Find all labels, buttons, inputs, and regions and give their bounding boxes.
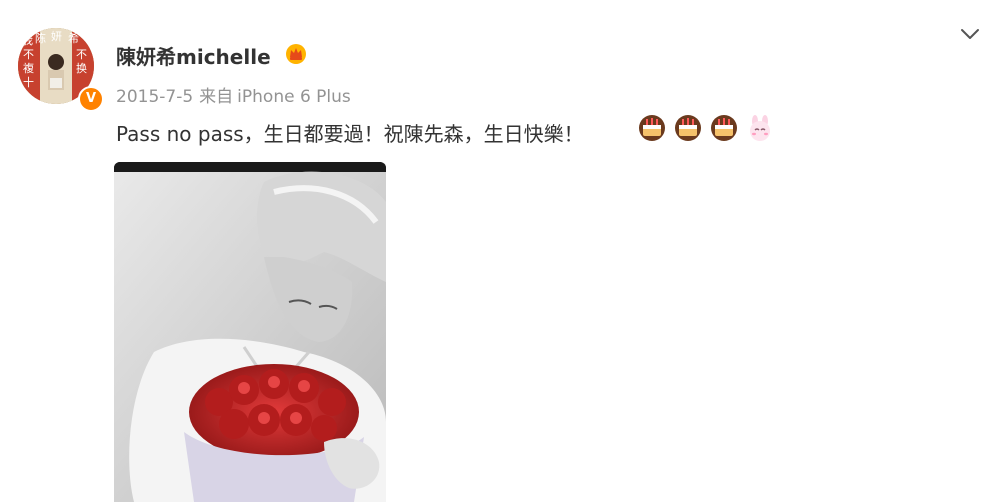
post-source: iPhone 6 Plus xyxy=(237,87,351,107)
svg-text:不: 不 xyxy=(23,48,34,61)
svg-text:陈: 陈 xyxy=(35,31,46,45)
cake-emoji xyxy=(639,115,665,141)
post-text: Pass no pass，生日都要過！祝陳先森，生日快樂！ xyxy=(116,122,584,146)
bunny-emoji xyxy=(750,115,771,141)
svg-text:十: 十 xyxy=(23,75,34,89)
svg-text:换: 换 xyxy=(76,61,87,75)
svg-text:我: 我 xyxy=(22,34,33,47)
source-prefix: 来自 xyxy=(199,87,234,107)
post-image[interactable] xyxy=(114,162,386,502)
author-name[interactable]: 陳妍希michelle xyxy=(116,41,271,70)
weibo-post-card: 我陈妍希 不 不 複 换 十 V 陳妍希michelle 2015-7-5 来自 iPh… xyxy=(0,0,1000,502)
crown-icon[interactable] xyxy=(285,43,307,65)
verified-badge: V xyxy=(78,86,104,112)
post-meta: 2015-7-5 来自 iPhone 6 Plus xyxy=(116,82,351,107)
cake-emoji xyxy=(675,115,702,141)
svg-text:希: 希 xyxy=(68,31,79,45)
svg-text:複: 複 xyxy=(23,61,34,75)
svg-text:妍: 妍 xyxy=(51,29,62,43)
emoji-row xyxy=(638,114,777,144)
cake-emoji xyxy=(711,115,738,141)
post-date[interactable]: 2015-7-5 xyxy=(116,87,193,107)
svg-text:不: 不 xyxy=(76,48,87,61)
chevron-down-icon[interactable] xyxy=(958,23,982,43)
